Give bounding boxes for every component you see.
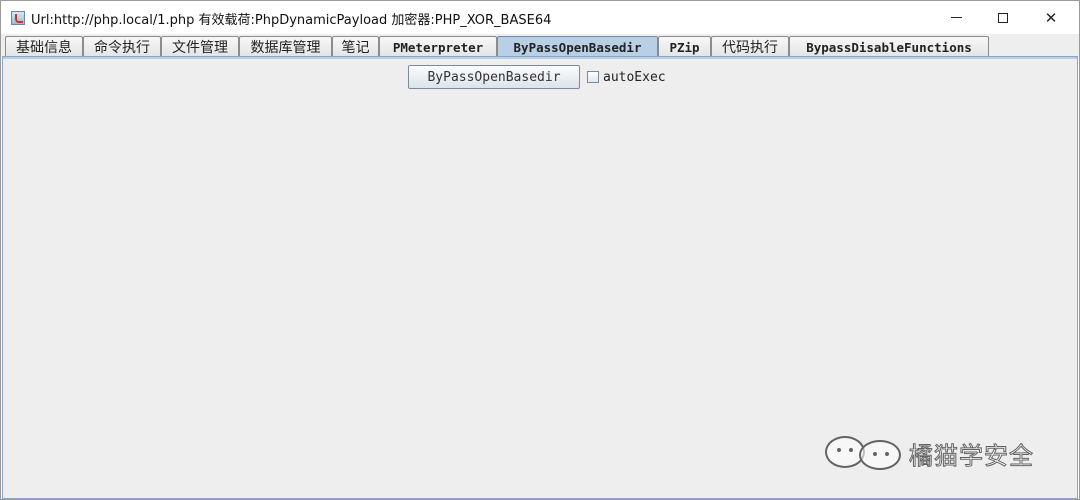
wechat-icon — [823, 434, 903, 472]
tab-command-exec[interactable]: 命令执行 — [83, 36, 161, 57]
java-app-icon — [11, 11, 25, 25]
maximize-button[interactable] — [980, 1, 1026, 34]
close-button[interactable]: ✕ — [1028, 1, 1074, 34]
tab-pmeterpreter[interactable]: PMeterpreter — [379, 36, 497, 57]
tab-bypass-disable-functions[interactable]: BypassDisableFunctions — [789, 36, 989, 57]
tab-strip: 基础信息 命令执行 文件管理 数据库管理 笔记 PMeterpreter ByP… — [1, 34, 1079, 58]
tab-notes[interactable]: 笔记 — [332, 36, 379, 57]
tab-file-manager[interactable]: 文件管理 — [161, 36, 239, 57]
close-icon: ✕ — [1044, 8, 1058, 27]
title-bar[interactable]: Url:http://php.local/1.php 有效载荷:PhpDynam… — [1, 1, 1079, 34]
auto-exec-checkbox[interactable] — [587, 71, 599, 83]
tab-code-exec[interactable]: 代码执行 — [711, 36, 789, 57]
auto-exec-label: autoExec — [603, 69, 666, 85]
minimize-button[interactable] — [933, 1, 979, 34]
tab-bypass-open-basedir[interactable]: ByPassOpenBasedir — [497, 36, 658, 58]
window-title: Url:http://php.local/1.php 有效载荷:PhpDynam… — [31, 13, 552, 28]
auto-exec-option[interactable]: autoExec — [587, 68, 666, 86]
tab-pzip[interactable]: PZip — [658, 36, 711, 57]
app-window: Url:http://php.local/1.php 有效载荷:PhpDynam… — [0, 0, 1080, 500]
watermark: 橘猫学安全 — [823, 433, 1034, 473]
tab-database-manager[interactable]: 数据库管理 — [239, 36, 332, 57]
tab-basic-info[interactable]: 基础信息 — [5, 36, 83, 57]
watermark-text: 橘猫学安全 — [909, 441, 1034, 470]
minimize-icon — [950, 17, 962, 18]
bypass-open-basedir-button[interactable]: ByPassOpenBasedir — [408, 65, 580, 89]
maximize-icon — [998, 12, 1008, 23]
panel-top-accent — [3, 57, 1077, 59]
